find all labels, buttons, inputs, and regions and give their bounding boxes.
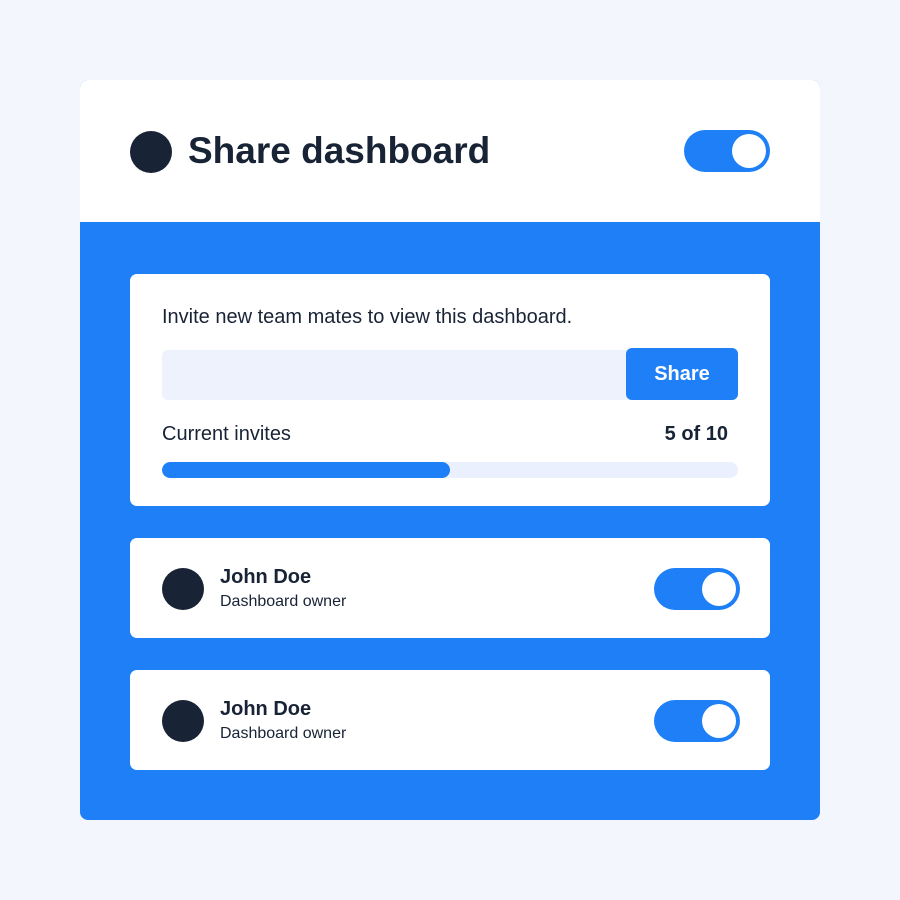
invites-progress-bar xyxy=(162,462,738,478)
member-avatar-icon xyxy=(162,568,204,610)
dashboard-avatar-icon xyxy=(130,131,172,173)
member-access-toggle[interactable] xyxy=(654,568,740,610)
member-role: Dashboard owner xyxy=(220,593,347,610)
invite-card: Invite new team mates to view this dashb… xyxy=(130,274,770,506)
share-dashboard-toggle[interactable] xyxy=(684,130,770,172)
current-invites-label: Current invites xyxy=(162,423,291,445)
invite-instruction: Invite new team mates to view this dashb… xyxy=(162,306,573,328)
member-card: John Doe Dashboard owner xyxy=(130,538,770,638)
share-button[interactable]: Share xyxy=(626,348,738,400)
page-title: Share dashboard xyxy=(188,130,491,171)
member-role: Dashboard owner xyxy=(220,725,347,742)
member-avatar-icon xyxy=(162,700,204,742)
toggle-knob xyxy=(732,134,766,168)
toggle-knob xyxy=(702,704,736,738)
toggle-knob xyxy=(702,572,736,606)
invites-progress-fill xyxy=(162,462,450,478)
invite-count: 5 of 10 xyxy=(664,423,728,445)
member-name: John Doe xyxy=(220,566,312,588)
panel-header: Share dashboard xyxy=(80,80,820,222)
member-access-toggle[interactable] xyxy=(654,700,740,742)
share-dashboard-panel: Share dashboard Invite new team mates to… xyxy=(80,80,820,820)
member-name: John Doe xyxy=(220,698,312,720)
member-card: John Doe Dashboard owner xyxy=(130,670,770,770)
invite-email-input[interactable] xyxy=(162,350,632,400)
